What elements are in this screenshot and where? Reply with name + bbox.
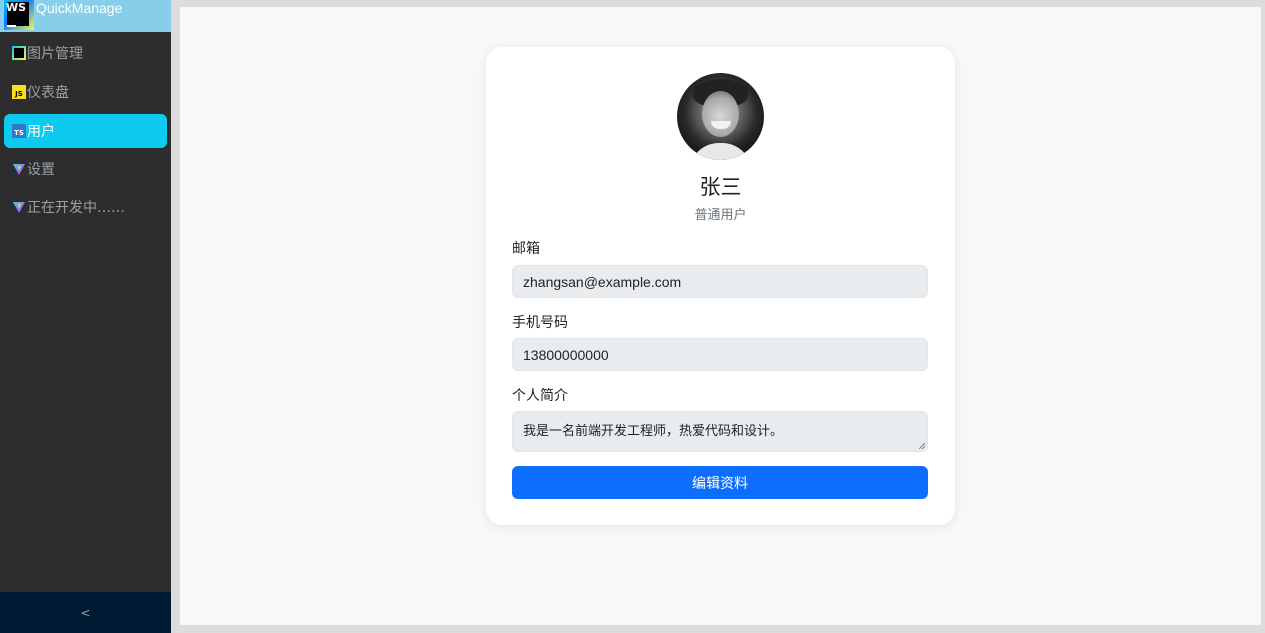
sidebar: WS QuickManage 图片管理 JS 仪表盘 TS 用户 设置 正在开发…	[0, 0, 171, 633]
resize-handle-icon[interactable]	[919, 443, 925, 449]
sidebar-item-images[interactable]: 图片管理	[4, 36, 167, 70]
chevron-left-icon: <	[80, 605, 91, 620]
bio-text: 我是一名前端开发工程师，热爱代码和设计。	[523, 424, 784, 439]
main-content: 张三 普通用户 邮箱 zhangsan@example.com 手机号码 138…	[180, 7, 1261, 625]
bio-textarea[interactable]: 我是一名前端开发工程师，热爱代码和设计。	[512, 411, 928, 452]
sidebar-item-label: 图片管理	[27, 46, 83, 62]
sidebar-item-label: 用户	[27, 124, 55, 140]
profile-card: 张三 普通用户 邮箱 zhangsan@example.com 手机号码 138…	[486, 47, 955, 525]
webstorm-icon	[12, 46, 26, 60]
email-label: 邮箱	[512, 241, 540, 257]
sidebar-item-label: 正在开发中……	[27, 200, 125, 216]
javascript-icon: JS	[12, 85, 26, 99]
logo-bar: WS QuickManage	[0, 0, 171, 32]
email-field[interactable]: zhangsan@example.com	[512, 265, 928, 298]
sidebar-item-label: 设置	[27, 162, 55, 178]
typescript-icon: TS	[12, 124, 26, 138]
sidebar-item-users[interactable]: TS 用户	[4, 114, 167, 148]
app-name: QuickManage	[36, 0, 123, 16]
vite-icon	[13, 202, 25, 213]
user-role: 普通用户	[694, 208, 747, 223]
phone-label: 手机号码	[512, 315, 568, 331]
collapse-sidebar-button[interactable]: <	[0, 592, 171, 633]
webstorm-logo-icon: WS	[4, 0, 34, 30]
bio-label: 个人简介	[512, 388, 568, 404]
sidebar-item-developing[interactable]: 正在开发中……	[4, 190, 167, 224]
sidebar-item-settings[interactable]: 设置	[4, 152, 167, 186]
vite-icon	[13, 164, 25, 175]
sidebar-item-label: 仪表盘	[27, 85, 69, 101]
user-name: 张三	[699, 175, 742, 199]
edit-profile-button[interactable]: 编辑资料	[512, 466, 928, 499]
avatar	[677, 73, 764, 160]
phone-field[interactable]: 13800000000	[512, 338, 928, 371]
sidebar-item-dashboard[interactable]: JS 仪表盘	[4, 75, 167, 109]
